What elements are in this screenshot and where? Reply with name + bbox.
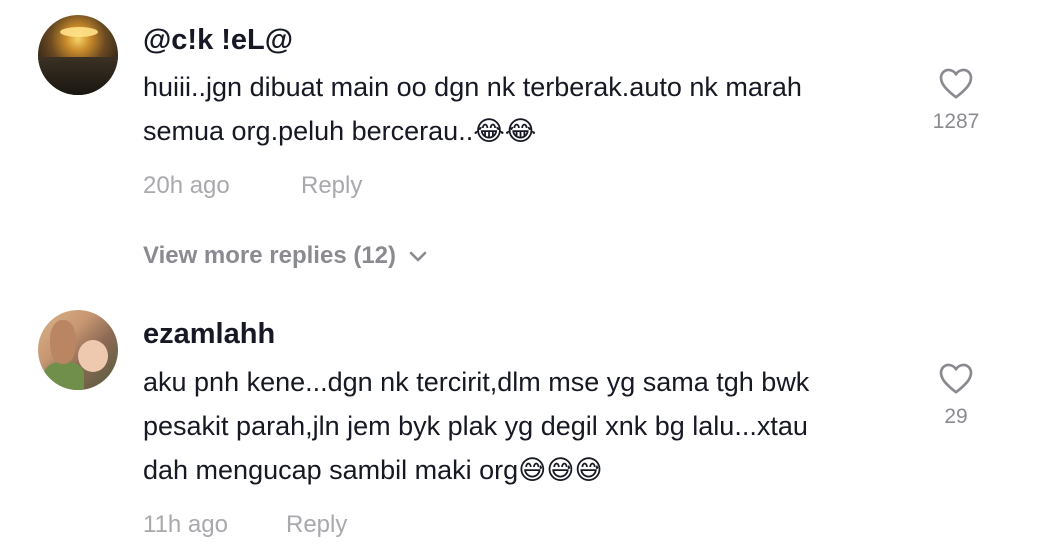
like-count: 1287 — [932, 110, 980, 133]
avatar[interactable] — [38, 15, 118, 95]
heart-icon — [939, 363, 973, 394]
like-button[interactable]: 29 — [916, 361, 996, 429]
reply-button[interactable]: Reply — [301, 172, 362, 200]
comment-text: huiii..jgn dibuat main oo dgn nk terbera… — [143, 72, 802, 146]
view-more-replies-label: View more replies (12) — [143, 242, 397, 269]
reply-button[interactable]: Reply — [286, 511, 347, 539]
comment-text: aku pnh kene...dgn nk tercirit,dlm mse y… — [143, 367, 810, 485]
comment-timestamp: 11h ago — [143, 511, 228, 538]
comment-username[interactable]: ezamlahh — [143, 318, 275, 351]
view-more-replies-button[interactable]: View more replies (12) — [143, 242, 428, 270]
comment-username[interactable]: @c!k !eL@ — [143, 24, 293, 57]
comment-timestamp: 20h ago — [143, 172, 230, 199]
like-button[interactable]: 1287 — [916, 66, 996, 134]
chevron-down-icon — [409, 251, 427, 261]
avatar[interactable] — [38, 310, 118, 390]
like-count: 29 — [944, 405, 968, 428]
heart-icon — [939, 68, 973, 99]
